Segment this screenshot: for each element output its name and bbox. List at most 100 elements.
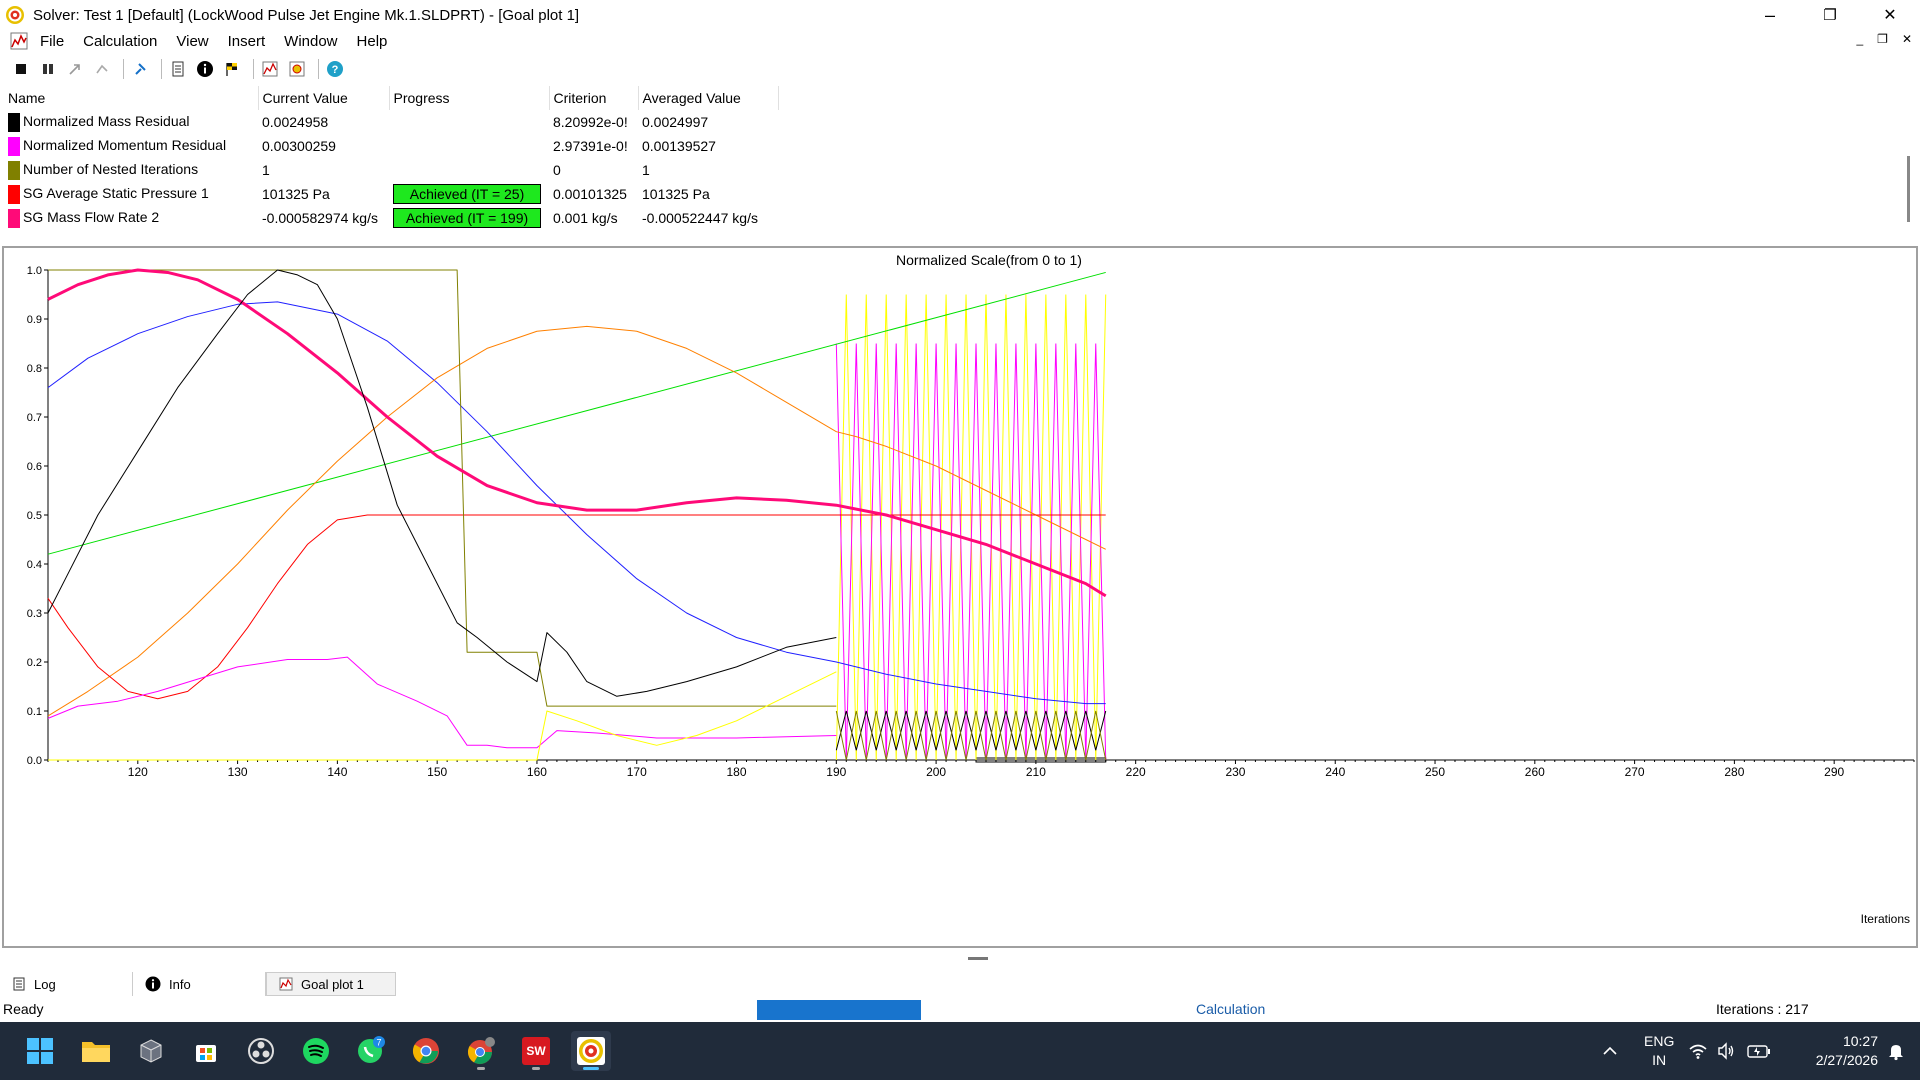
mdi-minimize-button[interactable]: _: [1856, 32, 1863, 46]
info-button[interactable]: [194, 58, 216, 80]
menu-calculation[interactable]: Calculation: [83, 33, 157, 50]
stop-button[interactable]: [10, 58, 32, 80]
goal-name: Normalized Mass Residual: [23, 112, 190, 129]
pause-icon: [43, 64, 53, 74]
taskbar-spotify[interactable]: [296, 1031, 336, 1071]
table-row[interactable]: SG Average Static Pressure 1 101325 Pa A…: [4, 182, 778, 206]
x-tick-label: 200: [926, 765, 946, 779]
svg-text:SW: SW: [526, 1044, 546, 1058]
y-tick-label: 0.3: [27, 608, 42, 620]
x-tick-label: 270: [1625, 765, 1645, 779]
goals-button[interactable]: [221, 58, 243, 80]
battery-icon[interactable]: [1746, 1041, 1772, 1061]
x-tick-label: 280: [1724, 765, 1744, 779]
series-line: [47, 656, 837, 749]
y-tick-label: 0.6: [27, 461, 42, 473]
clock[interactable]: 10:27 2/27/2026: [1802, 1032, 1878, 1070]
refresh-button[interactable]: [91, 58, 113, 80]
obs-icon: [248, 1038, 274, 1064]
table-scrollbar[interactable]: [1907, 156, 1910, 222]
goal-table: Name Current Value Progress Criterion Av…: [4, 86, 1904, 236]
help-button[interactable]: ?: [324, 58, 346, 80]
progress-fill: [757, 1000, 922, 1020]
taskbar-whatsapp[interactable]: 7: [351, 1031, 391, 1071]
taskbar-file-explorer[interactable]: [76, 1031, 116, 1071]
chart-series: [47, 268, 1107, 761]
table-row[interactable]: Number of Nested Iterations 1 0 1: [4, 158, 778, 182]
close-button[interactable]: ✕: [1860, 0, 1920, 30]
menu-insert[interactable]: Insert: [228, 33, 266, 50]
taskbar-microsoft-store[interactable]: [186, 1031, 226, 1071]
x-tick-label: 160: [527, 765, 547, 779]
menu-file[interactable]: File: [40, 33, 64, 50]
spotify-icon: [303, 1038, 329, 1064]
menu-window[interactable]: Window: [284, 33, 337, 50]
table-row[interactable]: Normalized Mass Residual 0.0024958 8.209…: [4, 110, 778, 134]
folder-icon: [82, 1042, 110, 1062]
taskbar-flow-simulation[interactable]: [571, 1031, 611, 1071]
toolbar-separator: [123, 59, 124, 79]
pin-icon: [135, 63, 146, 75]
insert-goal-plot-button[interactable]: [259, 58, 281, 80]
taskbar-solidworks[interactable]: SW: [516, 1031, 556, 1071]
series-line: [47, 514, 1106, 700]
volume-icon[interactable]: [1716, 1041, 1736, 1061]
column-header-progress[interactable]: Progress: [389, 86, 550, 110]
x-tick-label: 140: [327, 765, 347, 779]
progress-cell: [389, 134, 549, 158]
pin-button[interactable]: [129, 58, 151, 80]
series-color-swatch: [8, 160, 20, 180]
panel-splitter[interactable]: [968, 957, 988, 960]
maximize-button[interactable]: ❐: [1800, 0, 1860, 30]
minimize-icon: –: [1764, 4, 1775, 25]
goal-plot-chart: Normalized Scale(from 0 to 1) Iterations…: [27, 252, 1915, 926]
column-header-name[interactable]: Name: [4, 86, 259, 110]
taskbar-obs[interactable]: [241, 1031, 281, 1071]
tab-log-label: Log: [34, 976, 56, 992]
progress-cell: [389, 110, 549, 134]
tab-info[interactable]: Info: [133, 972, 266, 996]
table-row[interactable]: Normalized Momentum Residual 0.00300259 …: [4, 134, 778, 158]
insert-goal-button[interactable]: [64, 58, 86, 80]
y-tick-label: 0.7: [27, 412, 42, 424]
mdi-close-button[interactable]: ✕: [1902, 32, 1912, 46]
table-row[interactable]: SG Mass Flow Rate 2 -0.000582974 kg/s Ac…: [4, 206, 778, 230]
notification-bell-icon[interactable]: [1886, 1041, 1906, 1061]
pause-button[interactable]: [37, 58, 59, 80]
insert-preview-button[interactable]: [286, 58, 308, 80]
column-header-averaged-value[interactable]: Averaged Value: [638, 86, 779, 110]
oscillation-series-line: [835, 343, 1107, 761]
x-tick-label: 180: [727, 765, 747, 779]
arrow-icon: [69, 64, 80, 75]
start-button[interactable]: [20, 1031, 60, 1071]
taskbar-chrome-profile[interactable]: [461, 1031, 501, 1071]
y-tick-label: 0.1: [27, 706, 42, 718]
language-indicator[interactable]: ENG IN: [1644, 1032, 1674, 1070]
solidworks-icon: SW: [522, 1037, 550, 1065]
goal-name: Normalized Momentum Residual: [23, 136, 227, 153]
taskbar-chrome[interactable]: [406, 1031, 446, 1071]
menu-view[interactable]: View: [176, 33, 208, 50]
progress-cell: Achieved (IT = 25): [389, 182, 549, 206]
taskbar-app-3d[interactable]: [131, 1031, 171, 1071]
tab-goal-plot-1[interactable]: Goal plot 1: [266, 972, 396, 996]
notification-badge: 7: [376, 1038, 381, 1048]
series-line: [48, 671, 837, 761]
stop-icon: [16, 64, 26, 74]
wifi-icon[interactable]: [1688, 1041, 1708, 1061]
calculation-label: Calculation: [1196, 1001, 1266, 1017]
log-button[interactable]: [167, 58, 189, 80]
menu-help[interactable]: Help: [357, 33, 388, 50]
y-tick-label: 0.8: [27, 363, 42, 375]
column-header-current-value[interactable]: Current Value: [258, 86, 390, 110]
tab-log[interactable]: Log: [0, 972, 133, 996]
goal-plot-icon: [10, 32, 28, 50]
series-line: [48, 269, 837, 707]
column-header-criterion[interactable]: Criterion: [549, 86, 639, 110]
minimize-button[interactable]: –: [1740, 0, 1800, 30]
achieved-badge: Achieved (IT = 25): [393, 184, 541, 204]
mdi-restore-button[interactable]: ❐: [1877, 32, 1888, 46]
chevron-up-icon[interactable]: [1602, 1043, 1618, 1059]
goal-plot-panel[interactable]: Normalized Scale(from 0 to 1) Iterations…: [2, 246, 1918, 948]
goal-plot-icon: [262, 61, 278, 77]
